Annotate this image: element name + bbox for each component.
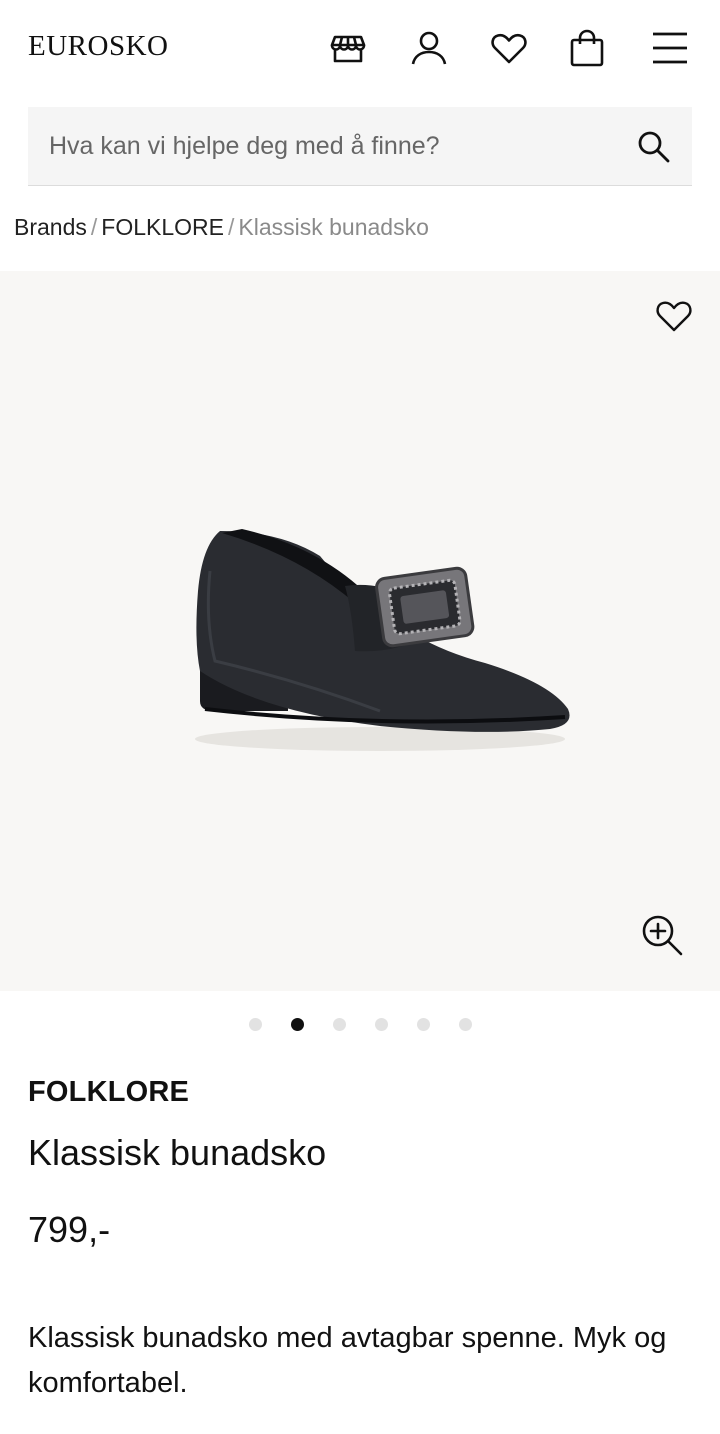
cart-icon[interactable] bbox=[565, 26, 609, 70]
wishlist-icon[interactable] bbox=[487, 26, 531, 70]
breadcrumb-link-folklore[interactable]: FOLKLORE bbox=[101, 214, 224, 240]
gallery-dot[interactable] bbox=[458, 1018, 472, 1031]
account-icon[interactable] bbox=[407, 26, 451, 70]
gallery-dot[interactable] bbox=[416, 1018, 430, 1031]
breadcrumb-separator: / bbox=[90, 214, 98, 240]
product-brand[interactable]: FOLKLORE bbox=[28, 1076, 189, 1109]
site-header: EUROSKO bbox=[0, 0, 720, 100]
product-image-shoe bbox=[195, 529, 570, 751]
logo[interactable]: EUROSKO bbox=[28, 30, 168, 63]
search-icon[interactable] bbox=[636, 129, 672, 165]
gallery-dot[interactable] bbox=[374, 1018, 388, 1031]
menu-icon[interactable] bbox=[648, 26, 692, 70]
gallery-dot[interactable] bbox=[248, 1018, 262, 1031]
search-input[interactable] bbox=[28, 107, 628, 186]
gallery-pagination bbox=[0, 1018, 720, 1032]
breadcrumb-current: Klassisk bunadsko bbox=[238, 214, 429, 240]
product-description: Klassisk bunadsko med avtagbar spenne. M… bbox=[28, 1322, 667, 1399]
store-icon[interactable] bbox=[326, 26, 370, 70]
gallery-dot[interactable] bbox=[332, 1018, 346, 1031]
zoom-in-icon[interactable] bbox=[640, 913, 684, 957]
breadcrumb: Brands / FOLKLORE / Klassisk bunadsko bbox=[14, 214, 429, 241]
product-price: 799,- bbox=[28, 1209, 111, 1250]
favorite-heart-icon[interactable] bbox=[654, 295, 694, 335]
breadcrumb-link-brands[interactable]: Brands bbox=[14, 214, 87, 240]
gallery-dot-active[interactable] bbox=[290, 1018, 304, 1031]
search-bar bbox=[28, 107, 692, 186]
product-image-gallery[interactable] bbox=[0, 271, 720, 991]
product-name: Klassisk bunadsko bbox=[28, 1132, 327, 1173]
breadcrumb-separator: / bbox=[227, 214, 235, 240]
